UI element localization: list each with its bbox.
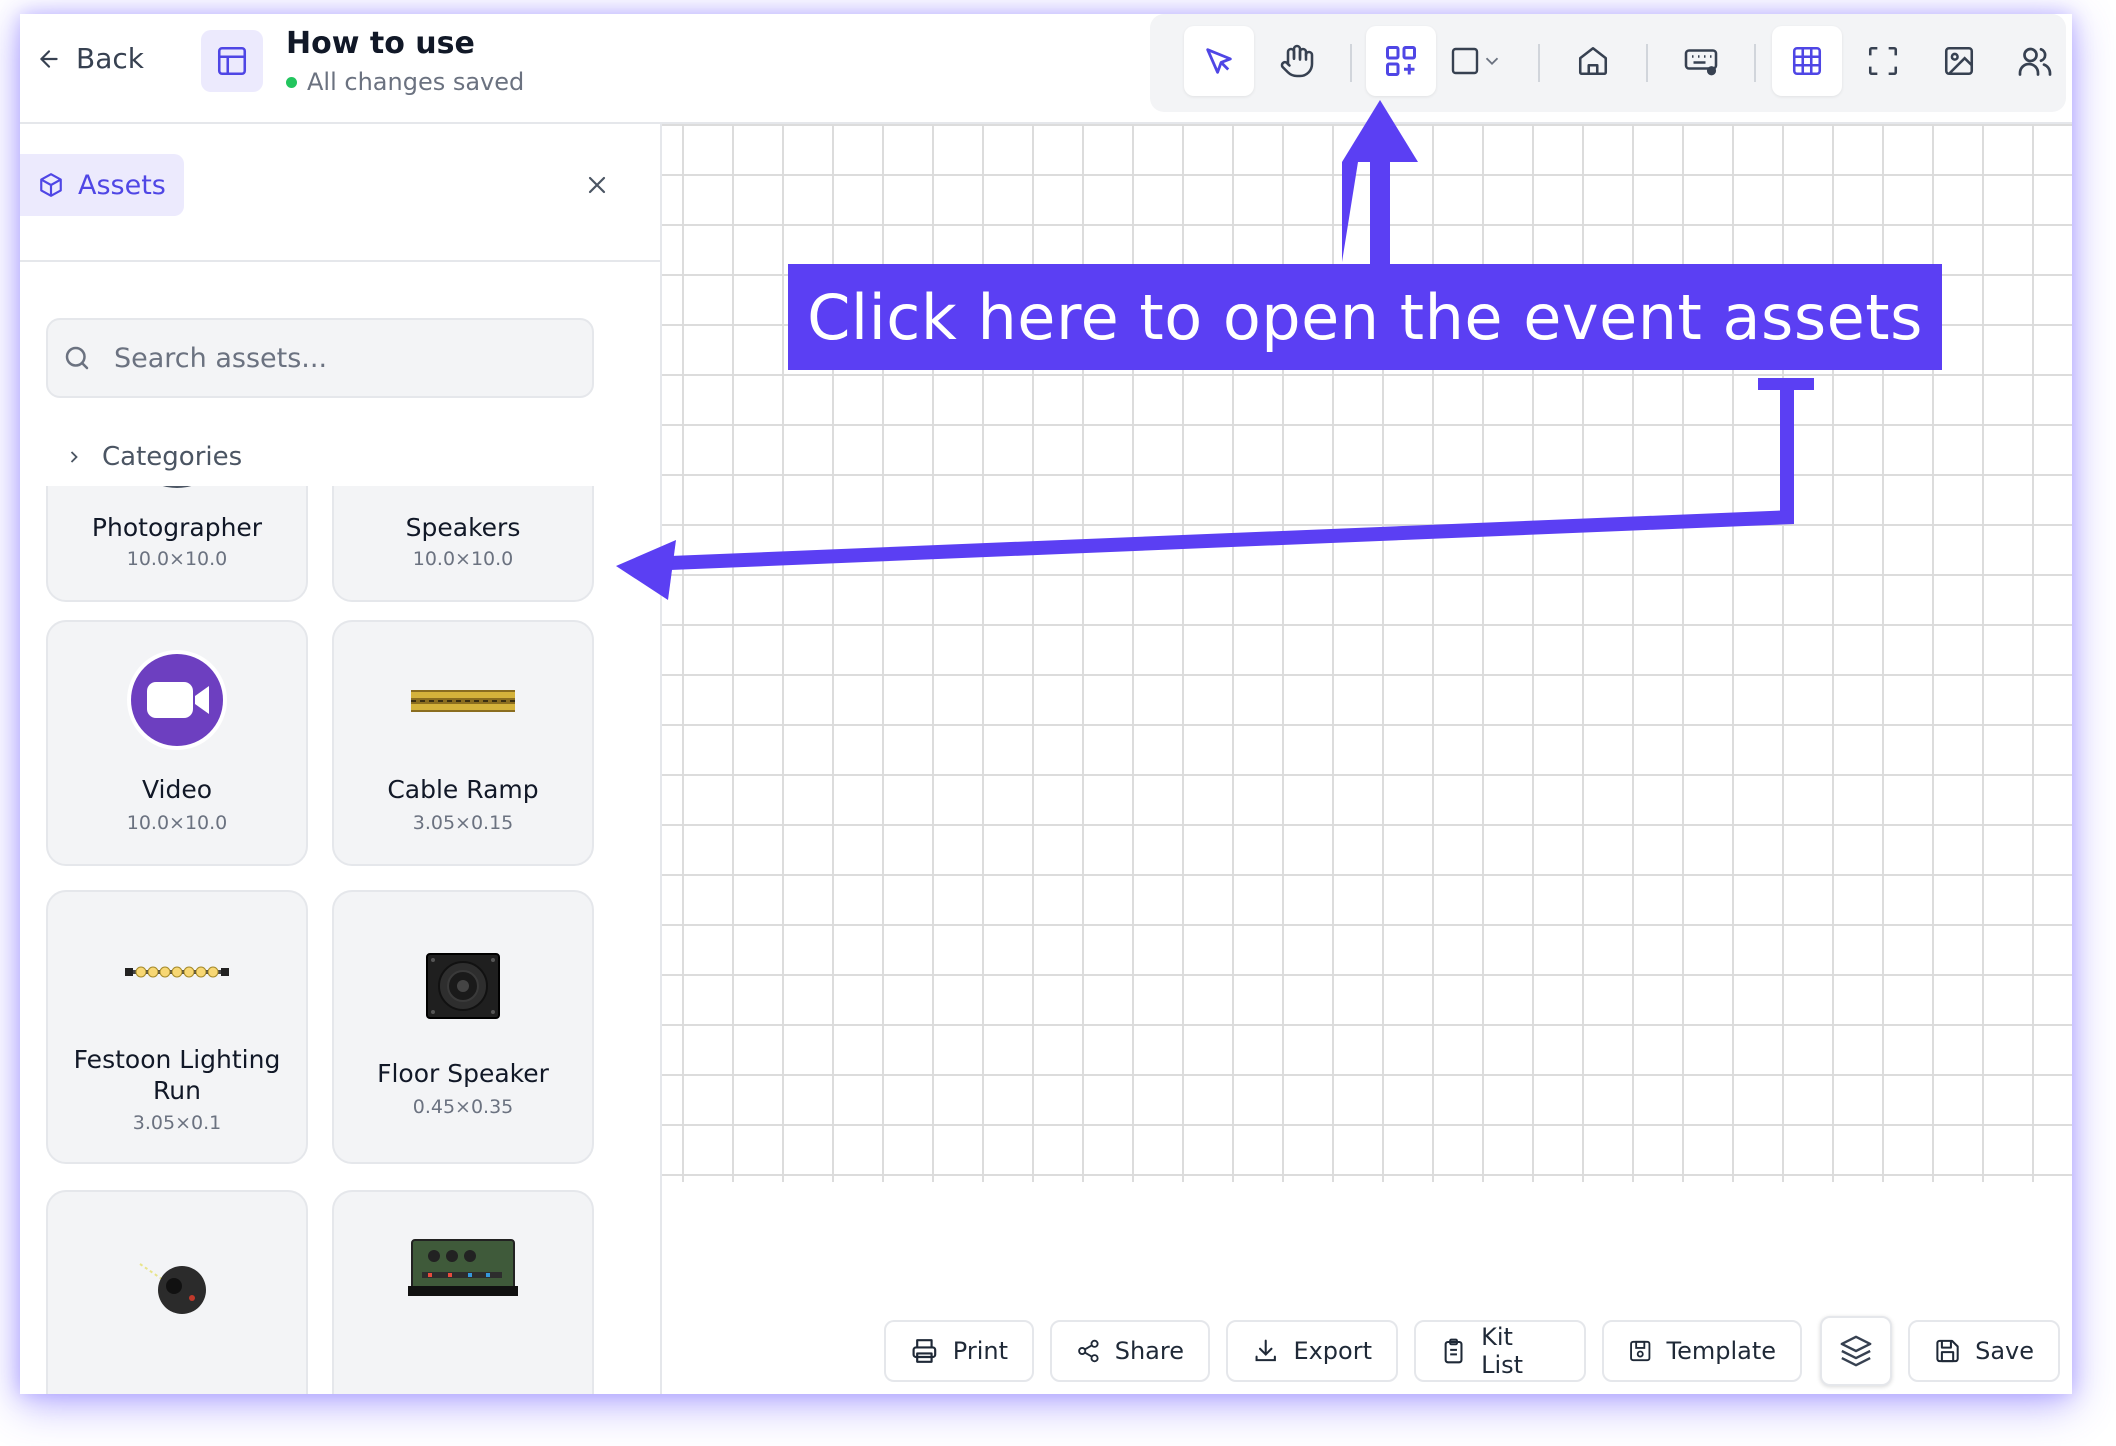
left-arrow-shaft — [670, 510, 1794, 570]
app-window: Back How to use All changes saved Assets… — [20, 14, 2072, 1394]
up-arrow-shaft — [1370, 158, 1390, 266]
bracket-stem — [1780, 378, 1794, 516]
annotation-arrows — [616, 100, 1814, 600]
up-arrow-head — [1342, 100, 1418, 162]
annotation-callout: Click here to open the event assets — [788, 264, 1942, 370]
left-arrow-head — [616, 540, 676, 600]
